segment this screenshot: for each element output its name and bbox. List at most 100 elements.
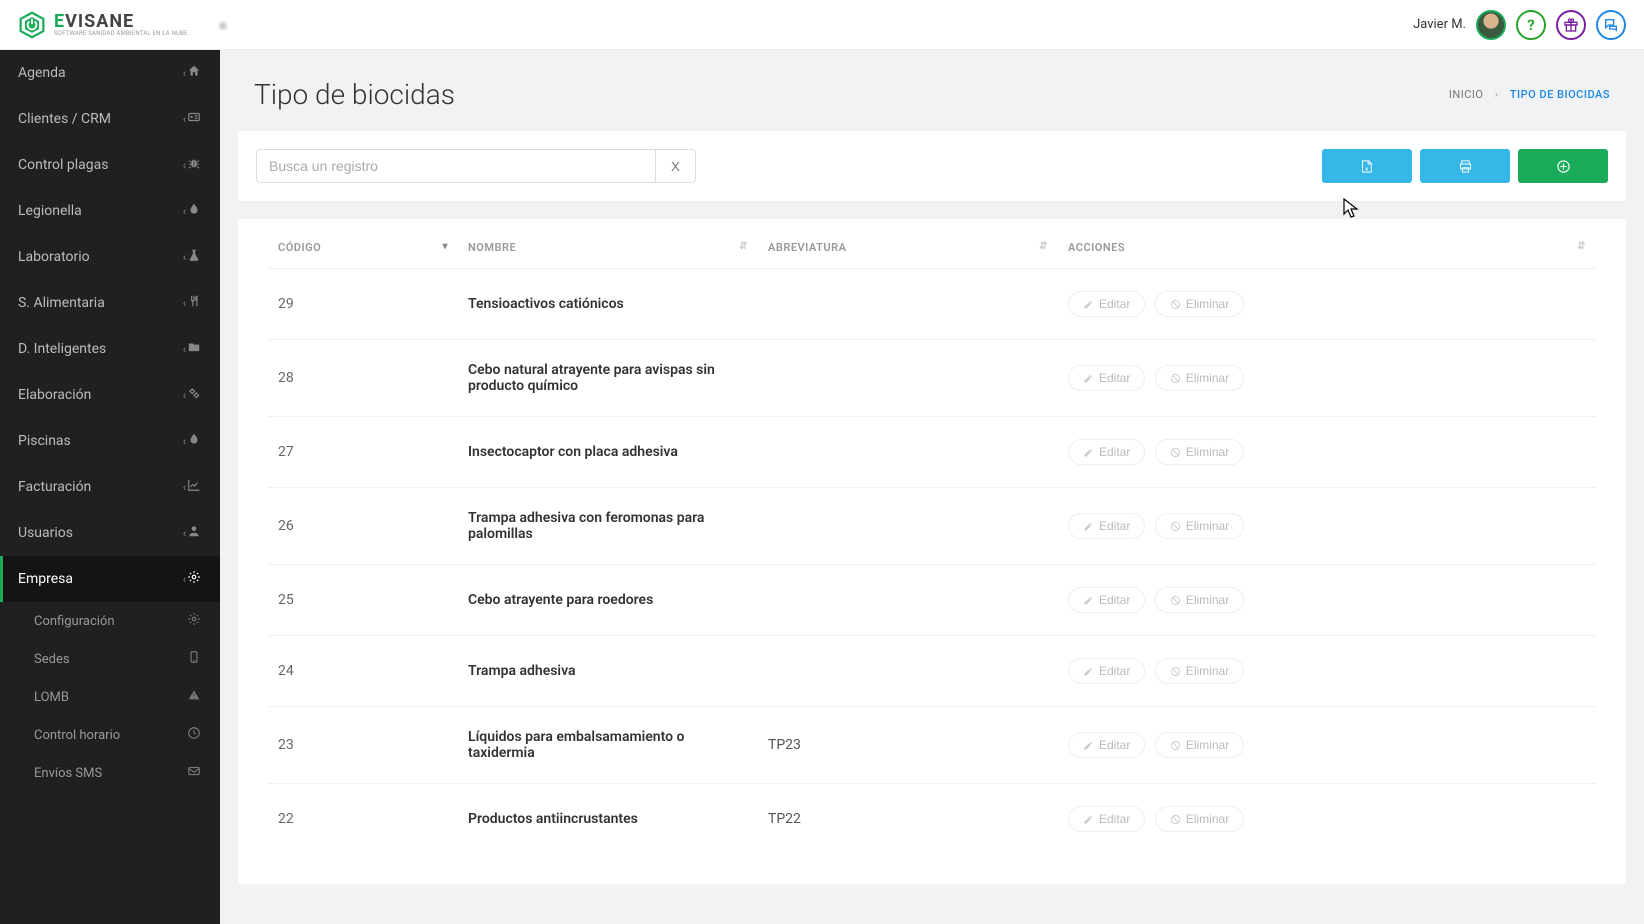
delete-button[interactable]: Eliminar: [1155, 658, 1244, 684]
help-button[interactable]: ?: [1516, 10, 1546, 40]
delete-button[interactable]: Eliminar: [1155, 439, 1244, 465]
sidebar-item-label: Clientes / CRM: [18, 111, 173, 127]
sidebar-item-laboratorio[interactable]: Laboratorio ‹: [0, 234, 220, 280]
add-button[interactable]: [1518, 149, 1608, 183]
sidebar-subitem-env-os-sms[interactable]: Envíos SMS: [0, 754, 220, 792]
sidebar-item-label: D. Inteligentes: [18, 341, 173, 357]
print-button[interactable]: [1420, 149, 1510, 183]
print-icon: [1458, 159, 1473, 174]
cell-abbr: [758, 488, 1058, 565]
cell-code: 23: [268, 707, 458, 784]
sidebar-subitem-configuraci-n[interactable]: Configuración: [0, 602, 220, 640]
table-row: 22 Productos antiincrustantes TP22 Edita…: [268, 784, 1596, 855]
sidebar-subitem-control-horario[interactable]: Control horario: [0, 716, 220, 754]
sidebar-item-agenda[interactable]: Agenda ‹: [0, 50, 220, 96]
sidebar-item-facturaci-n[interactable]: Facturación ‹: [0, 464, 220, 510]
table-row: 24 Trampa adhesiva Editar Eliminar: [268, 636, 1596, 707]
logo-hex-icon: [18, 11, 46, 39]
cell-code: 26: [268, 488, 458, 565]
search-panel: X x: [238, 131, 1626, 201]
cell-name: Trampa adhesiva: [458, 636, 758, 707]
breadcrumb: INICIO › TIPO DE BIOCIDAS: [1449, 88, 1610, 101]
sidebar-item-label: Legionella: [18, 203, 173, 219]
drop-icon: [186, 432, 202, 450]
logo[interactable]: EVISANE SOFTWARE SANIDAD AMBIENTAL EN LA…: [18, 11, 188, 39]
cell-abbr: [758, 636, 1058, 707]
sidebar-item-piscinas[interactable]: Piscinas ‹: [0, 418, 220, 464]
table: CÓDIGO▾ NOMBRE⇵ ABREVIATURA⇵ ACCIONES⇵ 2…: [238, 219, 1626, 884]
logo-text-prefix: E: [54, 11, 65, 32]
sort-icon: ⇵: [1577, 241, 1586, 252]
cell-name: Productos antiincrustantes: [458, 784, 758, 855]
home-icon: [186, 64, 202, 82]
clock-icon: [186, 726, 202, 744]
cell-abbr: [758, 340, 1058, 417]
breadcrumb-current[interactable]: TIPO DE BIOCIDAS: [1510, 88, 1610, 101]
user-icon: [186, 524, 202, 542]
sidebar-item-clientes-crm[interactable]: Clientes / CRM ‹: [0, 96, 220, 142]
sidebar-subitem-label: Configuración: [34, 614, 115, 629]
sidebar-item-s-alimentaria[interactable]: S. Alimentaria ‹: [0, 280, 220, 326]
cell-abbr: [758, 565, 1058, 636]
sidebar-item-elaboraci-n[interactable]: Elaboración ‹: [0, 372, 220, 418]
table-row: 29 Tensioactivos catiónicos Editar Elimi…: [268, 269, 1596, 340]
cell-abbr: TP22: [758, 784, 1058, 855]
sidebar-item-label: Piscinas: [18, 433, 173, 449]
sidebar-item-usuarios[interactable]: Usuarios ‹: [0, 510, 220, 556]
delete-button[interactable]: Eliminar: [1155, 732, 1244, 758]
sidebar-subitem-sedes[interactable]: Sedes: [0, 640, 220, 678]
edit-button[interactable]: Editar: [1068, 513, 1145, 539]
cell-name: Cebo natural atrayente para avispas sin …: [458, 340, 758, 417]
cell-abbr: [758, 269, 1058, 340]
cell-code: 27: [268, 417, 458, 488]
col-header-abbr[interactable]: ABREVIATURA⇵: [758, 219, 1058, 269]
cell-name: Líquidos para embalsamamiento o taxiderm…: [458, 707, 758, 784]
delete-button[interactable]: Eliminar: [1155, 291, 1244, 317]
search-input[interactable]: [256, 149, 656, 183]
edit-button[interactable]: Editar: [1068, 439, 1145, 465]
breadcrumb-home[interactable]: INICIO: [1449, 88, 1484, 101]
clear-search-button[interactable]: X: [656, 149, 696, 183]
col-header-actions[interactable]: ACCIONES⇵: [1058, 219, 1596, 269]
avatar[interactable]: [1476, 10, 1506, 40]
cell-code: 22: [268, 784, 458, 855]
edit-button[interactable]: Editar: [1068, 806, 1145, 832]
bug-icon: [186, 156, 202, 174]
edit-button[interactable]: Editar: [1068, 291, 1145, 317]
sidebar-toggle-icon[interactable]: ◉: [218, 18, 228, 32]
col-header-code[interactable]: CÓDIGO▾: [268, 219, 458, 269]
cell-code: 29: [268, 269, 458, 340]
excel-icon: x: [1360, 159, 1375, 174]
page-title: Tipo de biocidas: [254, 78, 455, 111]
sidebar-item-label: Elaboración: [18, 387, 173, 403]
gift-button[interactable]: [1556, 10, 1586, 40]
sort-icon: ⇵: [739, 241, 748, 252]
sidebar-subitem-lomb[interactable]: LOMB: [0, 678, 220, 716]
delete-button[interactable]: Eliminar: [1155, 365, 1244, 391]
edit-button[interactable]: Editar: [1068, 732, 1145, 758]
sidebar-subitem-label: Envíos SMS: [34, 766, 102, 781]
card-icon: [186, 110, 202, 128]
user-name[interactable]: Javier M.: [1413, 17, 1466, 32]
delete-button[interactable]: Eliminar: [1155, 806, 1244, 832]
sidebar-item-d-inteligentes[interactable]: D. Inteligentes ‹: [0, 326, 220, 372]
table-row: 27 Insectocaptor con placa adhesiva Edit…: [268, 417, 1596, 488]
sidebar-item-legionella[interactable]: Legionella ‹: [0, 188, 220, 234]
col-header-name[interactable]: NOMBRE⇵: [458, 219, 758, 269]
sidebar-item-control-plagas[interactable]: Control plagas ‹: [0, 142, 220, 188]
edit-button[interactable]: Editar: [1068, 658, 1145, 684]
table-row: 23 Líquidos para embalsamamiento o taxid…: [268, 707, 1596, 784]
export-excel-button[interactable]: x: [1322, 149, 1412, 183]
sidebar-item-label: Facturación: [18, 479, 173, 495]
flask-icon: [186, 248, 202, 266]
delete-button[interactable]: Eliminar: [1155, 513, 1244, 539]
topbar: EVISANE SOFTWARE SANIDAD AMBIENTAL EN LA…: [0, 0, 1644, 50]
edit-button[interactable]: Editar: [1068, 365, 1145, 391]
alert-icon: [186, 688, 202, 706]
delete-button[interactable]: Eliminar: [1155, 587, 1244, 613]
chat-button[interactable]: [1596, 10, 1626, 40]
tablet-icon: [186, 650, 202, 668]
cell-abbr: [758, 417, 1058, 488]
edit-button[interactable]: Editar: [1068, 587, 1145, 613]
sidebar-item-empresa[interactable]: Empresa ‹: [0, 556, 220, 602]
